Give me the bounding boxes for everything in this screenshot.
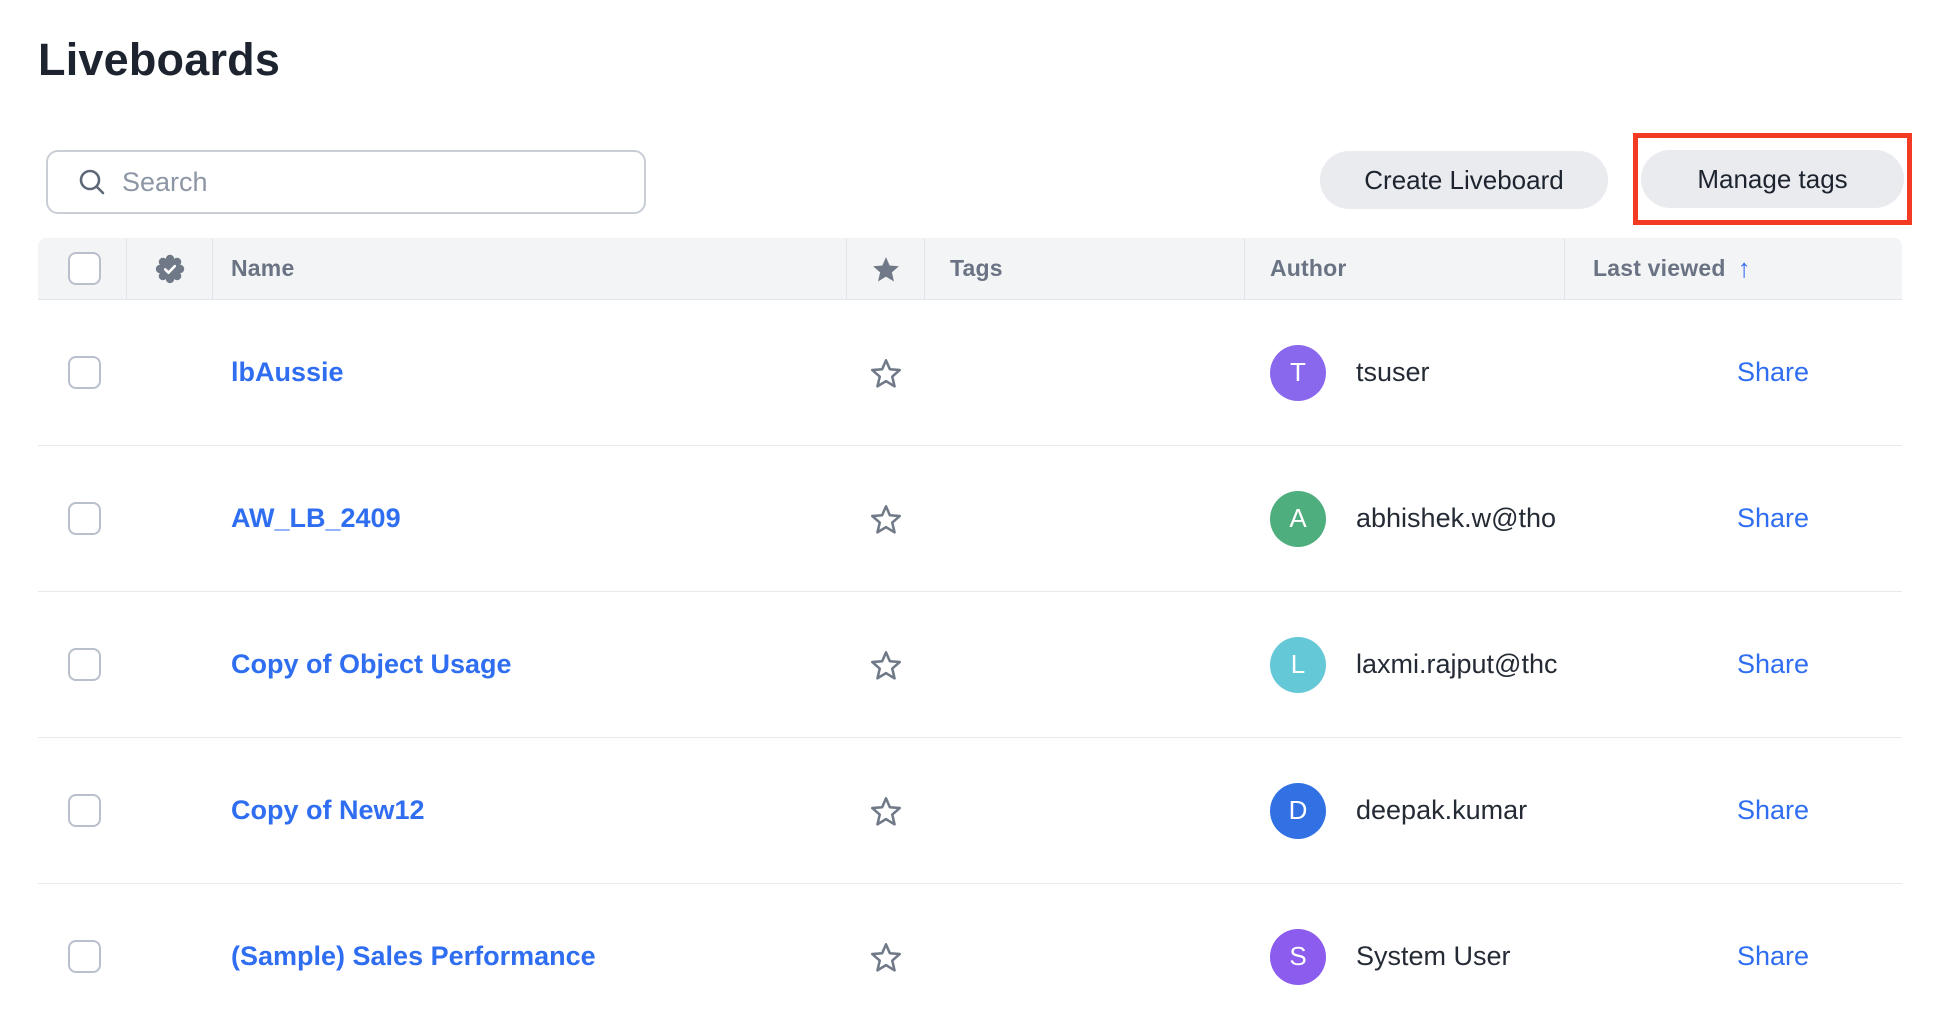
- author-avatar: S: [1270, 929, 1326, 985]
- row-verified-cell: [127, 884, 213, 1025]
- row-checkbox[interactable]: [68, 648, 101, 681]
- favorite-star-icon[interactable]: [870, 503, 902, 535]
- author-name: System User: [1356, 941, 1511, 972]
- favorite-star-icon[interactable]: [870, 941, 902, 973]
- row-author-cell: T tsuser: [1245, 300, 1565, 445]
- row-author-cell: S System User: [1245, 884, 1565, 1025]
- page-title: Liveboards: [38, 34, 280, 86]
- table-row: AW_LB_2409 A abhishek.w@tho Share: [38, 446, 1902, 592]
- row-verified-cell: [127, 446, 213, 591]
- favorite-star-icon[interactable]: [870, 649, 902, 681]
- author-name: tsuser: [1356, 357, 1430, 388]
- row-checkbox[interactable]: [68, 794, 101, 827]
- row-verified-cell: [127, 300, 213, 445]
- table-row: Copy of Object Usage L laxmi.rajput@thc …: [38, 592, 1902, 738]
- column-header-tags[interactable]: Tags: [925, 238, 1245, 299]
- favorite-star-icon[interactable]: [870, 357, 902, 389]
- row-verified-cell: [127, 592, 213, 737]
- search-box[interactable]: [46, 150, 646, 214]
- header-verified-cell: [127, 238, 213, 299]
- tags-column-label: Tags: [950, 255, 1003, 282]
- column-header-last-viewed[interactable]: Last viewed ↑: [1565, 238, 1902, 299]
- search-icon: [76, 166, 108, 198]
- author-name: abhishek.w@tho: [1356, 503, 1556, 534]
- row-author-cell: A abhishek.w@tho: [1245, 446, 1565, 591]
- author-avatar: A: [1270, 491, 1326, 547]
- liveboards-table: Name Tags Author Last viewed ↑ lbAussie: [38, 238, 1902, 1025]
- liveboard-name-link[interactable]: AW_LB_2409: [231, 503, 401, 534]
- table-header-row: Name Tags Author Last viewed ↑: [38, 238, 1902, 300]
- column-header-name[interactable]: Name: [213, 238, 847, 299]
- column-header-favorites: [847, 238, 925, 299]
- select-all-checkbox[interactable]: [68, 252, 101, 285]
- share-link[interactable]: Share: [1737, 649, 1809, 680]
- liveboard-name-link[interactable]: Copy of Object Usage: [231, 649, 512, 680]
- name-column-label: Name: [231, 255, 294, 282]
- author-avatar: D: [1270, 783, 1326, 839]
- liveboards-page: Liveboards Create Liveboard Manage tags: [0, 0, 1945, 1025]
- row-checkbox[interactable]: [68, 502, 101, 535]
- row-checkbox[interactable]: [68, 356, 101, 389]
- liveboard-name-link[interactable]: (Sample) Sales Performance: [231, 941, 596, 972]
- create-liveboard-button[interactable]: Create Liveboard: [1320, 151, 1608, 209]
- favorites-star-icon: [871, 254, 901, 284]
- author-avatar: T: [1270, 345, 1326, 401]
- table-row: lbAussie T tsuser Share: [38, 300, 1902, 446]
- share-link[interactable]: Share: [1737, 941, 1809, 972]
- last-viewed-column-label: Last viewed: [1593, 255, 1726, 282]
- liveboard-name-link[interactable]: lbAussie: [231, 357, 344, 388]
- search-input[interactable]: [122, 167, 624, 198]
- verified-badge-icon: [155, 254, 185, 284]
- manage-tags-button[interactable]: Manage tags: [1641, 150, 1904, 208]
- author-name: laxmi.rajput@thc: [1356, 649, 1557, 680]
- row-tags-cell: [925, 300, 1245, 445]
- row-author-cell: D deepak.kumar: [1245, 738, 1565, 883]
- share-link[interactable]: Share: [1737, 503, 1809, 534]
- row-tags-cell: [925, 884, 1245, 1025]
- row-checkbox[interactable]: [68, 940, 101, 973]
- table-row: Copy of New12 D deepak.kumar Share: [38, 738, 1902, 884]
- row-tags-cell: [925, 592, 1245, 737]
- favorite-star-icon[interactable]: [870, 795, 902, 827]
- liveboard-name-link[interactable]: Copy of New12: [231, 795, 425, 826]
- row-author-cell: L laxmi.rajput@thc: [1245, 592, 1565, 737]
- share-link[interactable]: Share: [1737, 357, 1809, 388]
- author-column-label: Author: [1270, 255, 1347, 282]
- manage-tags-highlight-box: Manage tags: [1633, 133, 1912, 225]
- row-tags-cell: [925, 446, 1245, 591]
- row-verified-cell: [127, 738, 213, 883]
- header-checkbox-cell: [38, 238, 127, 299]
- author-avatar: L: [1270, 637, 1326, 693]
- row-tags-cell: [925, 738, 1245, 883]
- column-header-author[interactable]: Author: [1245, 238, 1565, 299]
- table-row: (Sample) Sales Performance S System User…: [38, 884, 1902, 1025]
- author-name: deepak.kumar: [1356, 795, 1527, 826]
- sort-ascending-arrow-icon[interactable]: ↑: [1738, 253, 1751, 284]
- share-link[interactable]: Share: [1737, 795, 1809, 826]
